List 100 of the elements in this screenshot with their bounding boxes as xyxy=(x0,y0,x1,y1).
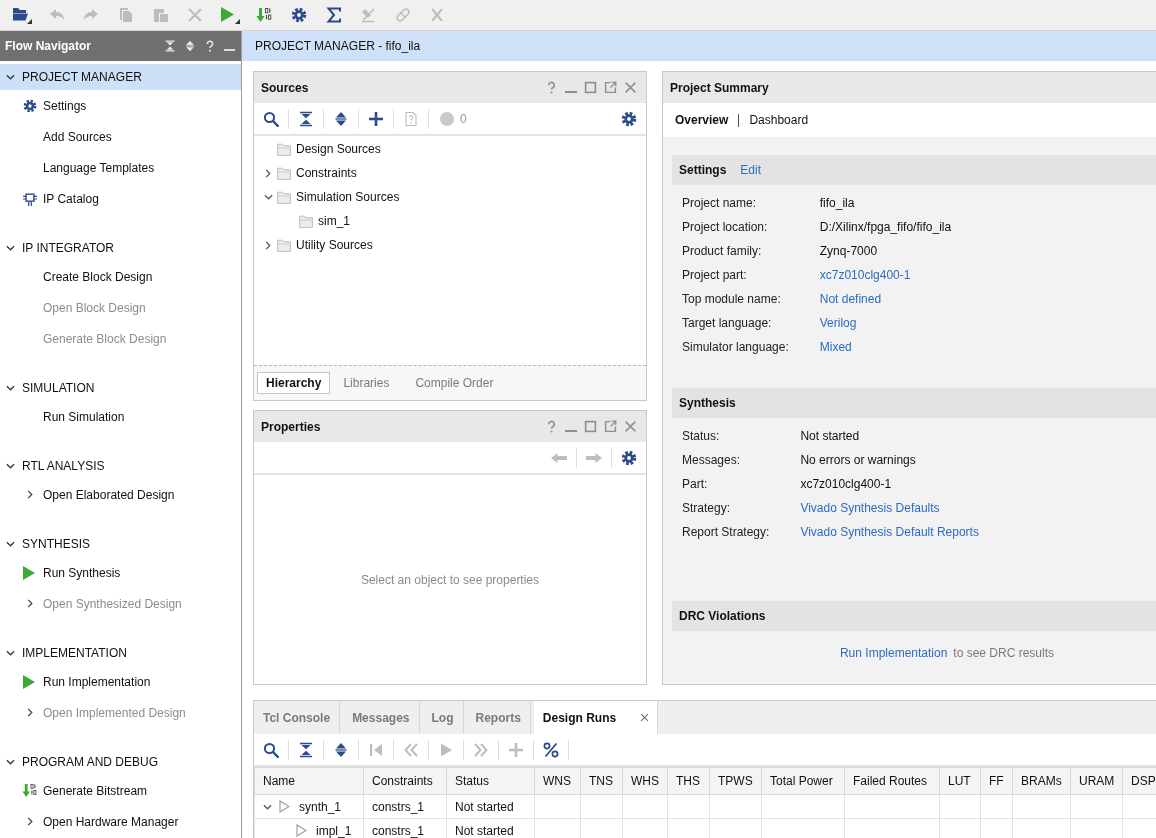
percent-icon[interactable] xyxy=(543,741,559,758)
chevron-down-icon[interactable] xyxy=(6,385,15,391)
navigator-item[interactable]: Generate Bitstream xyxy=(0,775,241,806)
play-icon[interactable] xyxy=(219,6,240,24)
field-value-link[interactable]: Not defined xyxy=(819,287,882,311)
navigator-item[interactable]: IP Catalog xyxy=(0,183,241,214)
column-header[interactable]: WHS xyxy=(622,767,668,795)
chevron-down-icon[interactable] xyxy=(6,245,15,251)
help-icon[interactable] xyxy=(204,40,216,52)
navigator-item[interactable]: Create Block Design xyxy=(0,261,241,292)
tree-item[interactable]: Utility Sources xyxy=(254,233,646,257)
column-header[interactable]: URAM xyxy=(1070,767,1123,795)
collapse-all-icon[interactable] xyxy=(298,110,314,127)
navigator-item[interactable]: Run Synthesis xyxy=(0,557,241,588)
column-header[interactable]: TPWS xyxy=(709,767,762,795)
field-value-link[interactable]: Vivado Synthesis Defaults xyxy=(800,496,940,520)
chevron-down-icon[interactable] xyxy=(6,74,15,80)
tree-item[interactable]: Design Sources xyxy=(254,137,646,161)
close-icon[interactable] xyxy=(624,81,637,94)
column-header[interactable]: Status xyxy=(446,767,535,795)
field-value-link[interactable]: Vivado Synthesis Default Reports xyxy=(800,520,979,544)
settings-icon[interactable] xyxy=(621,110,637,127)
navigator-section[interactable]: SYNTHESIS xyxy=(0,531,241,557)
view-tab[interactable]: Compile Order xyxy=(402,372,507,394)
view-tab[interactable]: Hierarchy xyxy=(257,372,331,394)
panel-tab[interactable]: Design Runs xyxy=(533,701,659,734)
expand-all-icon[interactable] xyxy=(184,40,196,52)
edit-link[interactable]: Edit xyxy=(740,163,762,177)
search-icon[interactable] xyxy=(263,110,279,127)
panel-title: Project Summary xyxy=(670,80,769,95)
field-value-link[interactable]: xc7z010clg400-1 xyxy=(819,263,911,287)
expand-all-icon[interactable] xyxy=(333,110,349,127)
bitstream-icon[interactable] xyxy=(22,783,37,798)
sigma-icon[interactable] xyxy=(325,7,342,23)
column-header[interactable]: LUT xyxy=(939,767,981,795)
bitstream-icon[interactable] xyxy=(256,7,273,23)
expand-all-icon[interactable] xyxy=(333,741,349,758)
navigator-section[interactable]: RTL ANALYSIS xyxy=(0,453,241,479)
chevron-right-icon[interactable] xyxy=(27,490,33,499)
tree-item[interactable]: Simulation Sources xyxy=(254,185,646,209)
settings-icon[interactable] xyxy=(621,449,637,466)
chevron-down-icon[interactable] xyxy=(263,194,273,200)
plus-icon[interactable] xyxy=(368,110,384,127)
view-tab[interactable]: Overview xyxy=(665,113,739,127)
chevron-down-icon[interactable] xyxy=(6,541,15,547)
settings-icon[interactable] xyxy=(23,98,37,113)
field-value-link[interactable]: Mixed xyxy=(819,335,852,359)
float-icon[interactable] xyxy=(604,420,617,433)
help-icon[interactable] xyxy=(545,81,558,94)
column-header[interactable]: WNS xyxy=(534,767,581,795)
chevron-down-icon[interactable] xyxy=(263,803,272,810)
run-implementation-link[interactable]: Run Implementation xyxy=(839,646,948,660)
navigator-item[interactable]: Open Hardware Manager xyxy=(0,806,241,837)
chip-icon[interactable] xyxy=(23,191,37,206)
chevron-right-icon[interactable] xyxy=(27,817,33,826)
column-header[interactable]: Constraints xyxy=(363,767,447,795)
chevron-down-icon[interactable] xyxy=(6,759,15,765)
field-value-link[interactable]: Verilog xyxy=(819,311,857,335)
column-header[interactable]: FF xyxy=(980,767,1013,795)
column-header[interactable]: THS xyxy=(667,767,710,795)
navigator-item[interactable]: Add Sources xyxy=(0,121,241,152)
column-header[interactable]: Failed Routes xyxy=(844,767,940,795)
section-title: Synthesis xyxy=(679,396,736,410)
maximize-icon[interactable] xyxy=(584,420,597,433)
folder-icon[interactable] xyxy=(12,6,33,24)
navigator-item[interactable]: Settings xyxy=(0,90,241,121)
field-label: Top module name: xyxy=(682,291,781,308)
close-icon[interactable] xyxy=(640,713,650,722)
column-header[interactable]: Name xyxy=(254,767,364,795)
view-tab[interactable]: Libraries xyxy=(330,372,403,394)
navigator-section[interactable]: IMPLEMENTATION xyxy=(0,640,241,666)
collapse-all-icon[interactable] xyxy=(298,741,314,758)
column-header[interactable]: Total Power xyxy=(761,767,845,795)
section-title: Settings xyxy=(679,163,727,177)
navigator-section[interactable]: IP INTEGRATOR xyxy=(0,235,241,261)
close-icon[interactable] xyxy=(624,420,637,433)
navigator-section[interactable]: PROGRAM AND DEBUG xyxy=(0,749,241,775)
empty-message: Select an object to see properties xyxy=(360,572,540,587)
view-tab[interactable]: Dashboard xyxy=(739,113,819,127)
settings-icon[interactable] xyxy=(291,7,308,23)
navigator-item[interactable]: Run Simulation xyxy=(0,401,241,432)
tree-item[interactable]: Constraints xyxy=(254,161,646,185)
float-icon[interactable] xyxy=(604,81,617,94)
maximize-icon[interactable] xyxy=(584,81,597,94)
navigator-item[interactable]: Open Elaborated Design xyxy=(0,479,241,510)
column-header[interactable]: TNS xyxy=(580,767,623,795)
column-header[interactable]: DSP xyxy=(1122,767,1156,795)
help-icon[interactable] xyxy=(545,420,558,433)
chevron-down-icon[interactable] xyxy=(6,463,15,469)
chevron-down-icon[interactable] xyxy=(6,650,15,656)
tree-item[interactable]: sim_1 xyxy=(254,209,646,233)
chevron-right-icon[interactable] xyxy=(265,240,271,250)
navigator-item[interactable]: Language Templates xyxy=(0,152,241,183)
navigator-section[interactable]: SIMULATION xyxy=(0,375,241,401)
search-icon[interactable] xyxy=(263,741,279,758)
column-header[interactable]: BRAMs xyxy=(1012,767,1071,795)
field-label: Report Strategy: xyxy=(682,524,770,541)
navigator-section[interactable]: PROJECT MANAGER xyxy=(0,64,241,90)
chevron-right-icon[interactable] xyxy=(265,168,271,178)
navigator-item[interactable]: Run Implementation xyxy=(0,666,241,697)
